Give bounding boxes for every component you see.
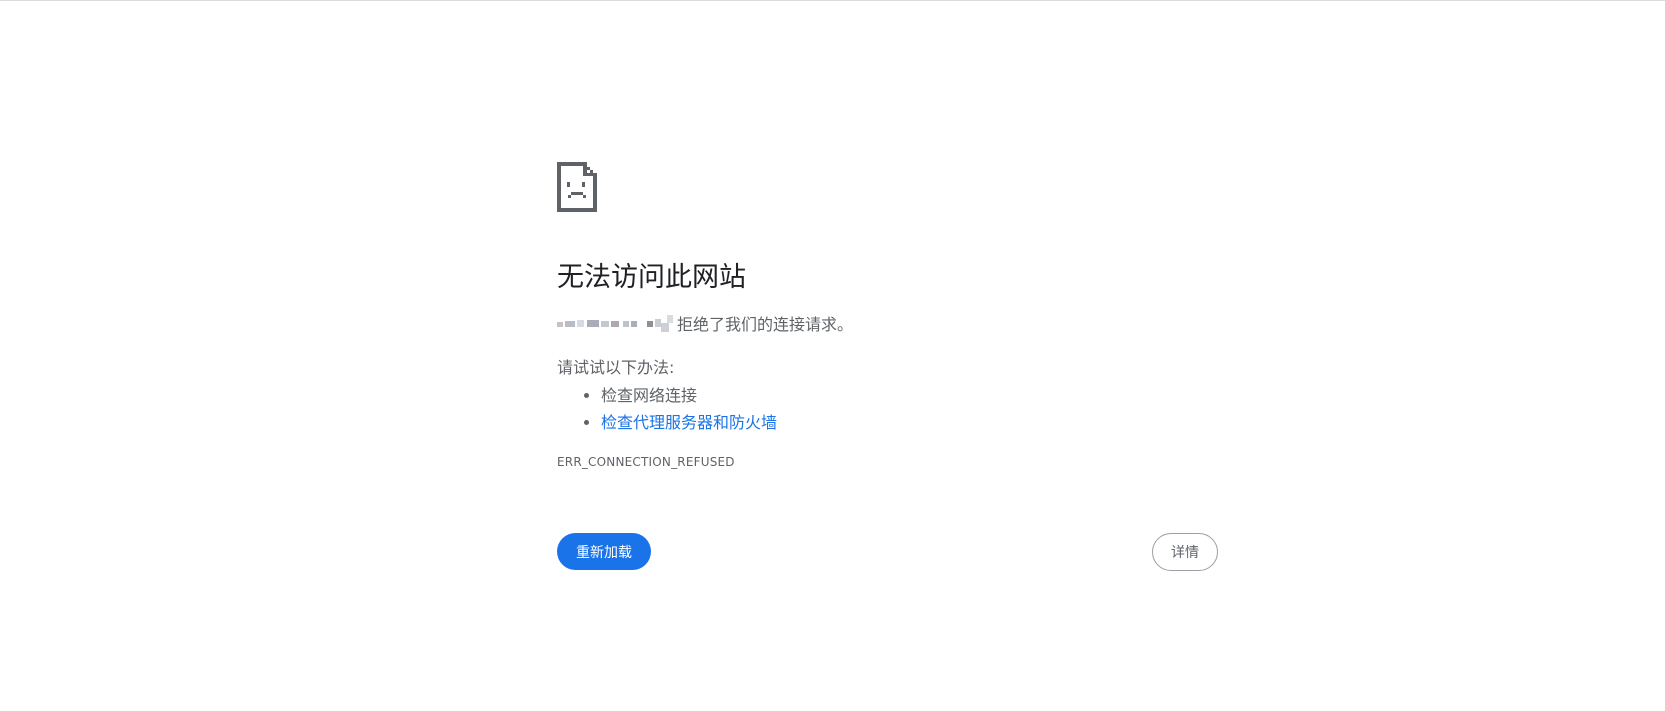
error-code: ERR_CONNECTION_REFUSED [557, 455, 735, 469]
error-page: 无法访问此网站 拒绝了我们的连接请求。 请试试以下办法: 检查网络连接 检查代理… [0, 0, 1665, 711]
suggestion-item: 检查代理服务器和防火墙 [601, 409, 777, 436]
reload-button[interactable]: 重新加载 [557, 533, 651, 570]
suggestion-item: 检查网络连接 [601, 382, 777, 409]
sad-page-icon [557, 162, 597, 212]
error-message: 拒绝了我们的连接请求。 [557, 313, 853, 337]
page-title: 无法访问此网站 [557, 262, 746, 293]
details-button[interactable]: 详情 [1152, 533, 1218, 571]
error-message-text: 拒绝了我们的连接请求。 [677, 315, 854, 334]
suggestions-title: 请试试以下办法: [557, 358, 675, 377]
suggestion-check-network: 检查网络连接 [601, 386, 698, 405]
suggestions-list: 检查网络连接 检查代理服务器和防火墙 [557, 382, 777, 436]
redacted-host [557, 313, 675, 335]
suggestion-check-proxy-firewall-link[interactable]: 检查代理服务器和防火墙 [601, 413, 777, 432]
